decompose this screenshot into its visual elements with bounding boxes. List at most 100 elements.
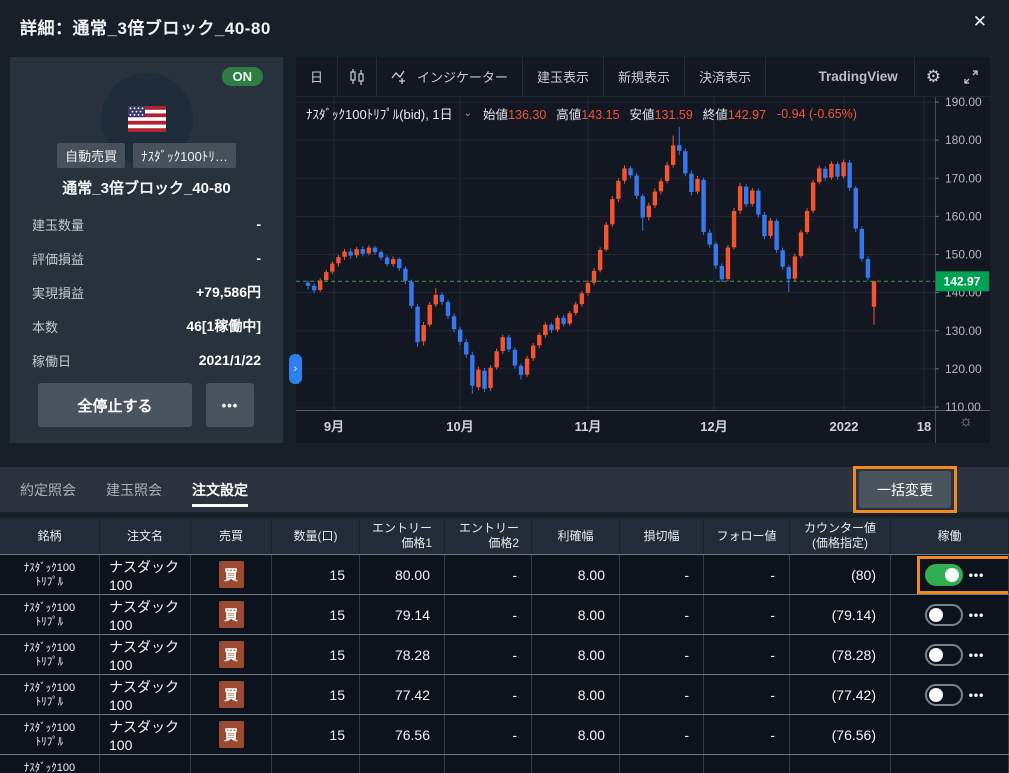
cell-qty: 15 — [272, 595, 360, 634]
cell-entry-price2: - — [445, 635, 532, 674]
toolbar-view-button-2[interactable]: 決済表示 — [685, 57, 767, 96]
cell-take-profit: 8.00 — [532, 635, 620, 674]
ohlc-label: 終値 — [702, 108, 728, 122]
cell-symbol: ﾅｽﾀﾞｯｸ100 ﾄﾘﾌﾟﾙ — [0, 595, 100, 634]
toggle-group: ••• — [916, 555, 1008, 594]
cell-stop-loss: - — [620, 555, 704, 594]
ohlc-label: 始値 — [483, 108, 509, 122]
candlestick-icon — [350, 68, 364, 85]
toggle-knob — [928, 647, 943, 662]
cell-counter: (78.28) — [790, 635, 891, 674]
cell-side: 買 — [191, 555, 272, 594]
theme-sun-icon[interactable]: ☼ — [942, 413, 990, 431]
cell-order-name — [100, 755, 191, 773]
current-price-tag: 142.97 — [944, 274, 981, 288]
column-header: 損切幅 — [620, 518, 704, 554]
ohlc-value: 131.59 — [654, 108, 693, 122]
strategy-tag: 自動売買 — [57, 143, 126, 168]
indicator-label: インジケーター — [417, 70, 509, 85]
chart-plot-area[interactable]: 190.00 180.00 170.00 160.00 150.00 140.00 130.… — [296, 97, 990, 443]
row-menu-button[interactable]: ••• — [969, 648, 985, 662]
cell-symbol: ﾅｽﾀﾞｯｸ100 ﾄﾘﾌﾟﾙ — [0, 635, 100, 674]
ohlc-item: 始値136.30 — [483, 104, 546, 123]
cell-take-profit: 8.00 — [532, 555, 620, 594]
stop-all-button[interactable]: 全停止する — [38, 383, 192, 427]
candlestick-chart[interactable]: 190.00180.00170.00160.00150.00140.00130.… — [296, 97, 990, 443]
symbol-text: ﾅｽﾀﾞｯｸ100 ﾄﾘﾌﾟﾙ — [23, 601, 76, 628]
buy-badge: 買 — [218, 601, 244, 628]
cell-entry-price1: 80.00 — [360, 555, 445, 594]
card-more-button[interactable]: ••• — [206, 383, 254, 427]
chart-symbol-label[interactable]: ﾅｽﾀﾞｯｸ100ﾄﾘﾌﾟﾙ(bid), 1日 — [306, 104, 453, 123]
symbol-text: ﾅｽﾀﾞｯｸ100 ﾄﾘﾌﾟﾙ — [23, 681, 76, 708]
cell-order-name: ナスダック100 — [100, 635, 191, 674]
stat-value: 2021/1/22 — [198, 352, 261, 368]
row-menu-button[interactable]: ••• — [969, 568, 985, 582]
bulk-change-button[interactable]: 一括変更 — [859, 471, 951, 508]
interval-button[interactable]: 日 — [296, 57, 339, 96]
cell-stop-loss — [620, 755, 704, 773]
cell-side — [191, 755, 272, 773]
column-header: フォロー値 — [704, 518, 790, 554]
ohlc-item: 高値143.15 — [556, 104, 619, 123]
active-toggle[interactable] — [924, 643, 963, 666]
time-axis-label: 12月 — [700, 419, 727, 434]
symbol-text: ﾅｽﾀﾞｯｸ100 ﾄﾘﾌﾟﾙ — [23, 641, 76, 668]
table-row: ﾅｽﾀﾞｯｸ100 ﾄﾘﾌﾟﾙ — [0, 754, 1009, 773]
price-axis-label: 150.00 — [945, 248, 982, 262]
close-icon[interactable]: ✕ — [973, 12, 987, 32]
drawer-handle[interactable]: › — [289, 354, 302, 384]
cell-take-profit — [532, 755, 620, 773]
strategy-stats: 建玉数量 - 評価損益 - 実現損益 +79,586円 本数 46[1稼働中] 稼働日 2021/… — [10, 207, 283, 377]
indicator-icon — [391, 70, 406, 84]
tab-注文設定[interactable]: 注文設定 — [192, 467, 248, 512]
cell-take-profit: 8.00 — [532, 715, 620, 754]
cell-stop-loss: - — [620, 715, 704, 754]
toolbar-view-button-0[interactable]: 建玉表示 — [523, 57, 605, 96]
cell-entry-price1 — [360, 755, 445, 773]
tradingview-logo[interactable]: TradingView — [802, 57, 913, 96]
stat-row: 本数 46[1稼働中] — [32, 309, 261, 343]
tab-約定照会[interactable]: 約定照会 — [20, 467, 76, 512]
ohlc-value: 142.97 — [727, 108, 767, 122]
active-toggle[interactable] — [924, 683, 963, 706]
chart-settings-button[interactable]: ⚙ — [913, 57, 952, 96]
row-menu-button[interactable]: ••• — [969, 608, 985, 622]
toggle-knob — [928, 607, 943, 622]
orders-table: 銘柄 注文名 売買 数量(口) エントリー 価格1 エントリー 価格2 利確幅 損切幅 フォロー… — [0, 518, 1009, 773]
gear-icon: ⚙ — [925, 66, 941, 86]
cell-symbol: ﾅｽﾀﾞｯｸ100 ﾄﾘﾌﾟﾙ — [0, 715, 100, 754]
toggle-group: ••• — [924, 643, 985, 666]
toggle-knob — [928, 687, 943, 702]
cell-counter: (79.14) — [790, 595, 891, 634]
stat-row: 稼働日 2021/1/22 — [32, 343, 261, 377]
time-axis-label: 18 — [917, 419, 931, 434]
table-row: ﾅｽﾀﾞｯｸ100 ﾄﾘﾌﾟﾙ ナスダック100 買 15 80.00-8.00- - (8… — [0, 554, 1009, 594]
ohlc-value: 143.15 — [581, 108, 620, 122]
chevron-down-icon[interactable]: ⌄ — [464, 108, 472, 119]
indicator-button[interactable]: インジケーター — [377, 57, 524, 96]
cell-active — [891, 715, 1009, 754]
cell-side: 買 — [191, 715, 272, 754]
cell-take-profit: 8.00 — [532, 675, 620, 714]
cell-active: ••• — [891, 595, 1009, 634]
active-toggle[interactable] — [924, 563, 963, 586]
candlestick-style-button[interactable] — [338, 57, 378, 96]
toolbar-view-button-1[interactable]: 新規表示 — [604, 57, 686, 96]
cell-side: 買 — [191, 635, 272, 674]
stat-value: - — [256, 250, 261, 266]
cell-stop-loss: - — [620, 595, 704, 634]
fullscreen-button[interactable] — [952, 57, 990, 96]
column-header: 稼働 — [891, 518, 1009, 554]
cell-entry-price2 — [445, 755, 532, 773]
cell-follow: - — [704, 555, 790, 594]
stat-label: 稼働日 — [32, 353, 72, 369]
tab-建玉照会[interactable]: 建玉照会 — [106, 467, 162, 512]
buy-badge: 買 — [218, 681, 244, 708]
active-toggle[interactable] — [924, 603, 963, 626]
cell-active: ••• — [891, 635, 1009, 674]
row-menu-button[interactable]: ••• — [969, 688, 985, 702]
table-row: ﾅｽﾀﾞｯｸ100 ﾄﾘﾌﾟﾙ ナスダック100 買 15 79.14-8.00- - (7… — [0, 594, 1009, 634]
price-axis-label: 110.00 — [945, 400, 981, 414]
